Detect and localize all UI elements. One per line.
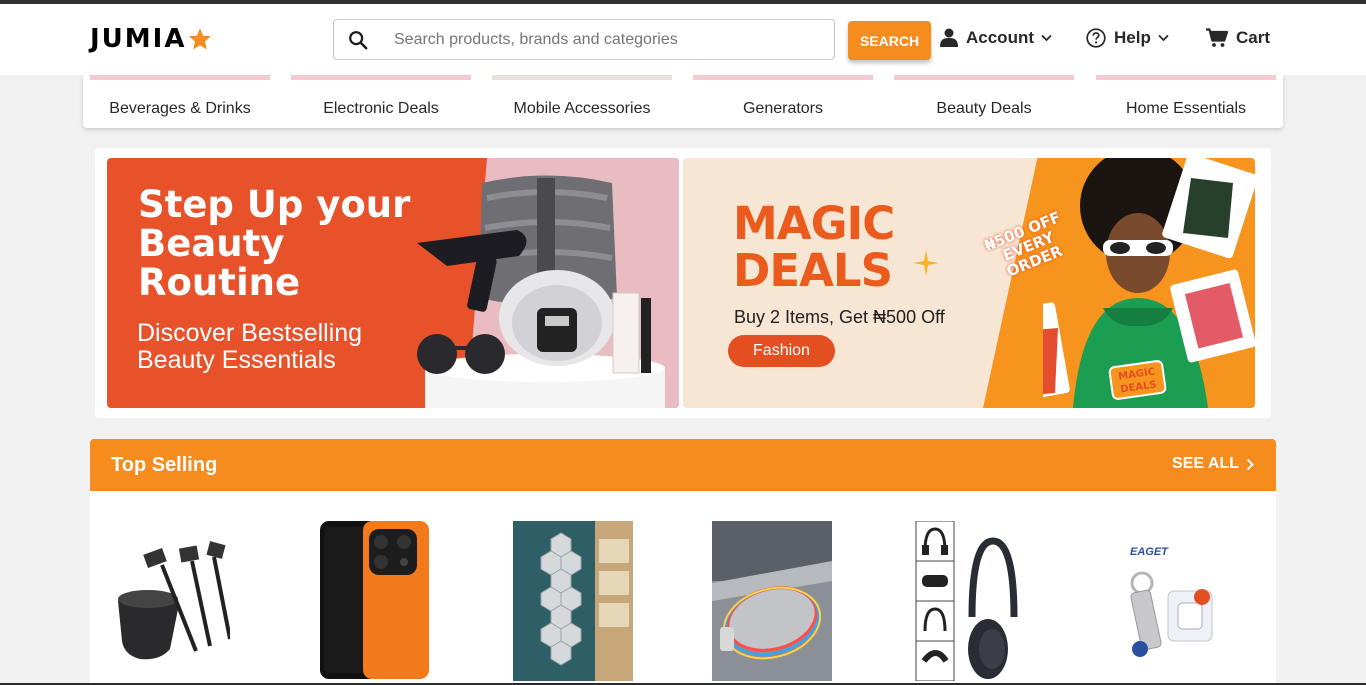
category-mobile-accessories[interactable]: Mobile Accessories: [492, 75, 672, 128]
product-card[interactable]: [712, 521, 832, 681]
help-icon: [1086, 28, 1106, 48]
product-card[interactable]: EAGET: [1112, 521, 1232, 681]
category-thumbnail: [1096, 75, 1276, 80]
cart-icon: [1206, 28, 1228, 47]
section-title: Top Selling: [111, 454, 218, 476]
banner-subtitle: Discover Bestselling Beauty Essentials: [137, 319, 363, 374]
chevron-right-icon: [1246, 458, 1254, 470]
product-card[interactable]: [513, 521, 633, 681]
user-icon: [940, 28, 958, 47]
orange-smartphone-image: [313, 521, 433, 681]
category-thumbnail: [894, 75, 1074, 80]
see-all-label: SEE ALL: [1172, 455, 1239, 472]
see-all-link[interactable]: SEE ALL: [1172, 455, 1254, 473]
category-beverages-drinks[interactable]: Beverages & Drinks: [90, 75, 270, 128]
category-electronic-deals[interactable]: Electronic Deals: [291, 75, 471, 128]
beauty-routine-banner[interactable]: Step Up your Beauty Routine Discover Bes…: [107, 158, 679, 408]
promo-banners: Step Up your Beauty Routine Discover Bes…: [95, 148, 1271, 418]
logo-text: JUMIA: [90, 24, 187, 54]
category-strip: Beverages & Drinks Electronic Deals Mobi…: [83, 75, 1283, 128]
category-label: Mobile Accessories: [513, 100, 651, 117]
search-button[interactable]: SEARCH: [848, 21, 931, 60]
category-home-essentials[interactable]: Home Essentials: [1096, 75, 1276, 128]
search-input[interactable]: [394, 28, 814, 52]
category-thumbnail: [693, 75, 873, 80]
magic-deals-subtitle: Buy 2 Items, Get ₦500 Off: [734, 307, 945, 327]
magic-deals-banner[interactable]: MAGIC DEALS Buy 2 Items, Get ₦500 Off Fa…: [683, 158, 1255, 408]
account-label: Account: [966, 28, 1034, 47]
category-label: Home Essentials: [1125, 100, 1247, 117]
category-generators[interactable]: Generators: [693, 75, 873, 128]
help-label: Help: [1114, 28, 1151, 47]
category-beauty-deals[interactable]: Beauty Deals: [894, 75, 1074, 128]
product-card[interactable]: [313, 521, 433, 681]
search-icon: [349, 31, 368, 50]
site-header: JUMIA SEARCH Account Help: [0, 4, 1366, 75]
fashion-pill[interactable]: Fashion: [728, 335, 835, 367]
account-menu[interactable]: Account: [940, 28, 1052, 48]
product-card[interactable]: [910, 521, 1030, 681]
category-thumbnail: [291, 75, 471, 80]
category-label: Generators: [742, 100, 824, 117]
category-thumbnail: [90, 75, 270, 80]
chevron-down-icon: [1158, 34, 1169, 42]
cart-link[interactable]: Cart: [1206, 28, 1270, 48]
chevron-down-icon: [1041, 34, 1052, 42]
beauty-products-illustration: [417, 158, 679, 408]
usb-flash-drive-image: EAGET: [1112, 521, 1232, 681]
hair-dye-brush-set-image: [110, 521, 230, 681]
help-menu[interactable]: Help: [1086, 28, 1169, 48]
category-label: Electronic Deals: [323, 100, 439, 117]
top-selling-header: Top Selling SEE ALL: [90, 439, 1276, 491]
hexagon-mirror-stickers-image: [513, 521, 633, 681]
search-box: [333, 19, 835, 60]
category-thumbnail: [492, 75, 672, 80]
category-label: Beauty Deals: [936, 100, 1032, 117]
rgb-wireless-mouse-image: [712, 521, 832, 681]
jumia-logo[interactable]: JUMIA: [90, 24, 212, 54]
sparkle-icon: [913, 250, 939, 276]
cart-label: Cart: [1236, 28, 1271, 47]
magic-deals-title: MAGIC DEALS: [733, 197, 895, 297]
product-carousel: EAGET: [90, 491, 1276, 685]
category-label: Beverages & Drinks: [109, 100, 251, 117]
banner-title: Step Up your Beauty Routine: [138, 183, 411, 304]
bluetooth-headphones-image: [910, 521, 1030, 681]
product-card[interactable]: [110, 521, 230, 681]
star-icon: [189, 28, 212, 50]
svg-text:EAGET: EAGET: [1130, 546, 1169, 558]
